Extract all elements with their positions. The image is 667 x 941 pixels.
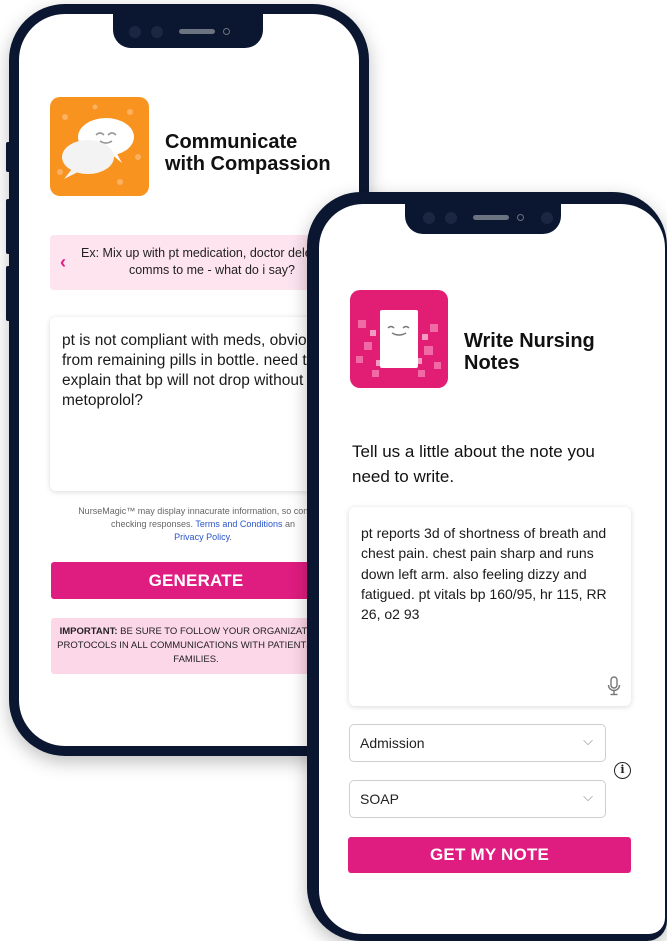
camera-dot [129, 26, 141, 38]
camera-dot [151, 26, 163, 38]
page-title: Write Nursing Notes [464, 330, 595, 374]
note-prompt: Tell us a little about the note you need… [352, 442, 595, 486]
important-label: IMPORTANT: [59, 626, 118, 637]
page-title: Communicate with Compassion [165, 131, 331, 175]
speaker-grille [473, 215, 509, 220]
nursing-notes-app-icon [350, 290, 448, 388]
side-button [6, 266, 11, 321]
privacy-link[interactable]: Privacy Policy [174, 532, 229, 542]
right-phone-screen: Write Nursing Notes Tell us a little abo… [319, 204, 665, 934]
note-input-text: pt reports 3d of shortness of breath and… [361, 525, 607, 623]
notch [113, 14, 263, 48]
disclaimer-part: . [229, 532, 232, 543]
title-line: Write Nursing [464, 330, 595, 352]
camera-dot [423, 212, 435, 224]
note-format-select[interactable]: SOAP ⌵ [349, 780, 606, 818]
title-line: Communicate [165, 131, 298, 153]
front-camera [223, 28, 230, 35]
microphone-icon[interactable] [607, 676, 621, 696]
title-line: Notes [464, 352, 520, 374]
info-icon[interactable]: i [614, 762, 631, 779]
generate-button[interactable]: GENERATE [51, 562, 341, 599]
note-format-value: SOAP [360, 791, 399, 807]
camera-dot [541, 212, 553, 224]
terms-link[interactable]: Terms and Conditions [195, 519, 282, 529]
chevron-left-icon[interactable]: ‹ [60, 252, 66, 273]
message-input-text: pt is not compliant with meds, obviou fr… [62, 332, 316, 410]
note-page-icon [356, 310, 441, 377]
side-button [6, 199, 11, 254]
note-input[interactable]: pt reports 3d of shortness of breath and… [349, 507, 631, 706]
example-prompt-card[interactable]: ‹ Ex: Mix up with pt medication, doctor … [50, 235, 350, 290]
notch [405, 204, 561, 234]
side-button [6, 142, 11, 172]
get-my-note-button[interactable]: GET MY NOTE [348, 837, 631, 873]
chat-bubbles-icon [57, 104, 141, 185]
chevron-down-icon: ⌵ [583, 789, 593, 804]
right-phone-frame: Write Nursing Notes Tell us a little abo… [307, 192, 667, 941]
note-type-value: Admission [360, 735, 425, 751]
camera-dot [445, 212, 457, 224]
important-notice: IMPORTANT: BE SURE TO FOLLOW YOUR ORGANI… [51, 618, 341, 674]
disclaimer-part: an [282, 519, 295, 530]
example-text: Ex: Mix up with pt medication, doctor de… [81, 246, 343, 277]
front-camera [517, 214, 524, 221]
chevron-down-icon: ⌵ [583, 733, 593, 748]
speaker-grille [179, 29, 215, 34]
communicate-app-icon [50, 97, 149, 196]
note-type-select[interactable]: Admission ⌵ [349, 724, 606, 762]
title-line: with Compassion [165, 153, 331, 175]
message-input[interactable]: pt is not compliant with meds, obviou fr… [50, 317, 350, 491]
disclaimer-text: NurseMagic™ may display innacurate infor… [63, 505, 343, 544]
